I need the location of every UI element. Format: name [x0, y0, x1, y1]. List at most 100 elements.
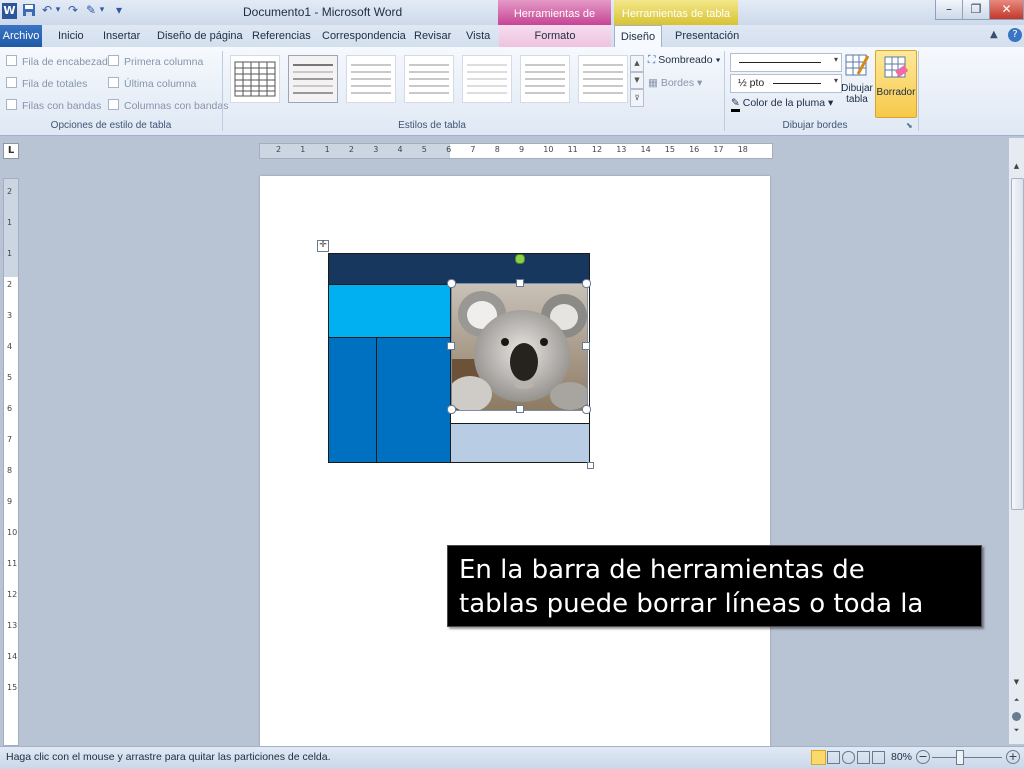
scroll-down-icon[interactable]: ▼	[1011, 678, 1022, 690]
vertical-ruler[interactable]: 2 1 1 2 3 4 5 6 7 8 9 10 11 12 13 14 15	[3, 178, 19, 746]
eraser-button[interactable]: Borrador	[875, 50, 917, 118]
save-icon[interactable]	[22, 3, 36, 18]
restore-button[interactable]: ❐	[962, 0, 990, 20]
ruler-tick-label: 2	[276, 145, 282, 154]
table-style-5[interactable]	[462, 55, 512, 103]
zoom-out-icon[interactable]: −	[916, 750, 930, 764]
checkbox-fila-encabezado[interactable]: Fila de encabezado	[6, 55, 114, 68]
tab-insertar[interactable]: Insertar	[95, 25, 148, 47]
checkbox-filas-bandas[interactable]: Filas con bandas	[6, 99, 101, 112]
scroll-up-icon[interactable]: ▲	[1011, 162, 1022, 174]
ruler-tick-label: 5	[421, 145, 427, 154]
view-print-layout-icon[interactable]	[811, 750, 826, 765]
caption-line-2: tablas puede borrar líneas o toda la	[459, 589, 924, 619]
koala-image[interactable]	[451, 283, 588, 411]
close-button[interactable]: ✕	[989, 0, 1024, 20]
document-page[interactable]: ✛	[260, 176, 770, 746]
resize-handle[interactable]	[516, 405, 524, 413]
ruler-tick-label: 11	[567, 145, 578, 154]
ruler-tick-label: 17	[713, 145, 724, 154]
ruler-tick-label: 9	[7, 497, 13, 506]
view-draft-icon[interactable]	[872, 751, 885, 764]
help-icon[interactable]: ?	[1008, 28, 1022, 42]
document-table[interactable]	[328, 253, 591, 463]
tab-formato[interactable]: Formato	[499, 25, 611, 47]
zoom-level[interactable]: 80%	[891, 751, 912, 763]
resize-handle[interactable]	[447, 279, 456, 288]
resize-handle[interactable]	[447, 405, 456, 414]
table-cell-cyan[interactable]	[329, 285, 451, 338]
styles-scroll-down-icon[interactable]: ▼	[630, 72, 644, 89]
table-cell-light[interactable]	[451, 424, 589, 462]
styles-scroll-up-icon[interactable]: ▲	[630, 55, 644, 72]
browse-object-icon[interactable]	[1012, 712, 1021, 721]
bordes-button[interactable]: ▦ Bordes ▾	[648, 77, 702, 89]
tab-archivo[interactable]: Archivo	[0, 25, 42, 47]
ruler-tick-label: 13	[616, 145, 627, 154]
prev-page-icon[interactable]: ⏶	[1011, 696, 1022, 708]
tab-diseno-pagina[interactable]: Diseño de página	[149, 25, 251, 47]
tab-inicio[interactable]: Inicio	[50, 25, 92, 47]
format-painter-dropdown-icon[interactable]: ▾	[98, 3, 106, 18]
line-style-dropdown[interactable]: ▾	[730, 53, 842, 72]
ruler-tick-label: 1	[324, 145, 330, 154]
window-title: Documento1 - Microsoft Word	[243, 5, 403, 19]
table-cell-header[interactable]	[329, 254, 589, 285]
resize-handle[interactable]	[582, 342, 590, 350]
table-style-3[interactable]	[346, 55, 396, 103]
table-style-7[interactable]	[578, 55, 628, 103]
dialog-launcher-icon[interactable]: ⬊	[906, 121, 913, 130]
view-fullscreen-icon[interactable]	[827, 751, 840, 764]
vertical-scrollbar[interactable]: ▲ ▼ ⏶ ⏷	[1008, 138, 1024, 744]
tab-correspondencia[interactable]: Correspondencia	[314, 25, 414, 47]
undo-dropdown-icon[interactable]: ▾	[54, 3, 62, 18]
tab-diseno[interactable]: Diseño	[614, 25, 662, 48]
caption-box: En la barra de herramientas de tablas pu…	[447, 545, 982, 627]
draw-table-button[interactable]: Dibujar tabla	[841, 52, 873, 114]
next-page-icon[interactable]: ⏷	[1011, 726, 1022, 738]
ruler-tick-label: 6	[7, 404, 13, 413]
view-web-icon[interactable]	[842, 751, 855, 764]
sombreado-button[interactable]: ⛶ Sombreado ▾	[648, 54, 721, 67]
rotate-handle-icon[interactable]	[515, 254, 525, 264]
checkbox-ultima-columna[interactable]: Última columna	[108, 77, 196, 90]
line-weight-dropdown[interactable]: ½ pto ▾	[730, 74, 842, 93]
checkbox-fila-totales[interactable]: Fila de totales	[6, 77, 87, 90]
resize-handle[interactable]	[516, 279, 524, 287]
resize-handle[interactable]	[582, 279, 591, 288]
ruler-tick-label: 3	[373, 145, 379, 154]
table-cell-blue-left[interactable]	[329, 338, 377, 462]
minimize-button[interactable]: –	[935, 0, 963, 20]
customize-qat-icon[interactable]: ▾	[112, 3, 126, 18]
tab-selector-icon[interactable]: L	[3, 143, 19, 159]
zoom-in-icon[interactable]: +	[1006, 750, 1020, 764]
table-style-grid[interactable]	[230, 55, 280, 103]
view-outline-icon[interactable]	[857, 751, 870, 764]
checkbox-columnas-bandas[interactable]: Columnas con bandas	[108, 99, 228, 112]
resize-handle[interactable]	[447, 342, 455, 350]
undo-icon[interactable]: ↶	[40, 3, 54, 18]
minimize-ribbon-icon[interactable]: ▲	[990, 29, 998, 40]
format-painter-icon[interactable]: ✎	[84, 3, 98, 18]
tab-revisar[interactable]: Revisar	[406, 25, 459, 47]
table-style-6[interactable]	[520, 55, 570, 103]
resize-handle[interactable]	[582, 405, 591, 414]
styles-more-icon[interactable]: ⊽	[630, 89, 644, 107]
scroll-thumb[interactable]	[1011, 178, 1024, 510]
table-move-handle-icon[interactable]: ✛	[317, 240, 329, 252]
word-logo-icon[interactable]: W	[2, 3, 17, 19]
tab-presentacion[interactable]: Presentación	[667, 25, 747, 47]
tab-referencias[interactable]: Referencias	[244, 25, 319, 47]
checkbox-primera-columna[interactable]: Primera columna	[108, 55, 203, 68]
table-style-4[interactable]	[404, 55, 454, 103]
redo-icon[interactable]: ↷	[66, 3, 80, 18]
table-style-2[interactable]	[288, 55, 338, 103]
pen-color-button[interactable]: ✎ Color de la pluma ▾	[731, 97, 833, 112]
tab-vista[interactable]: Vista	[458, 25, 498, 47]
group-label-dibujar-bordes: Dibujar bordes	[782, 120, 848, 131]
table-cell-blue-right[interactable]	[377, 338, 451, 462]
zoom-slider[interactable]	[932, 757, 1002, 758]
horizontal-ruler[interactable]: 2 1 1 2 3 4 5 6 7 8 9 10 11 12 13 14 15 16 17 18	[259, 143, 773, 159]
zoom-slider-thumb[interactable]	[956, 750, 964, 765]
table-resize-handle-icon[interactable]	[587, 462, 594, 469]
